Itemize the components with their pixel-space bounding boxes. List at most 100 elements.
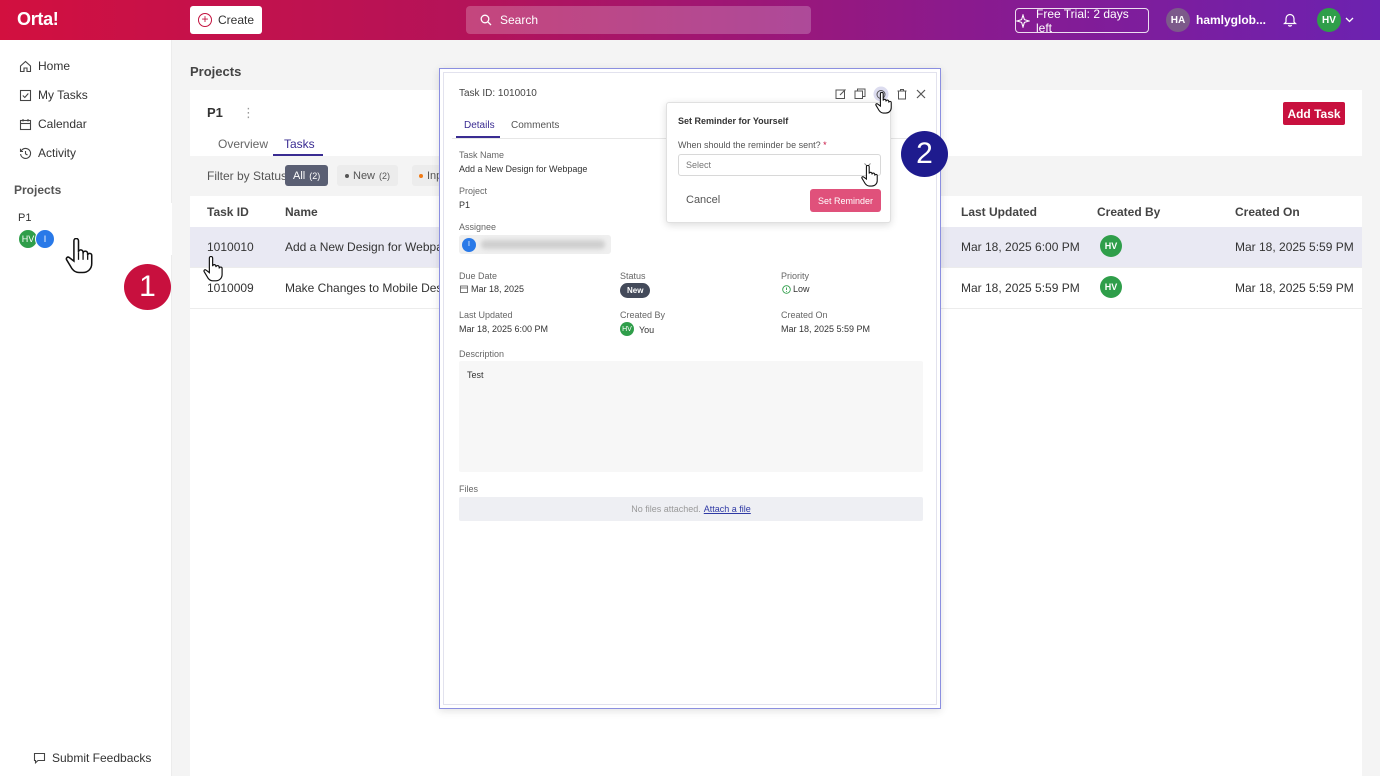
- task-id-cell: 1010010: [207, 240, 254, 254]
- priority-label: Priority: [781, 271, 810, 281]
- profile-menu[interactable]: HV: [1317, 8, 1354, 32]
- add-task-button[interactable]: Add Task: [1283, 102, 1345, 125]
- avatar: I: [35, 229, 55, 249]
- sidebar-item-my-tasks[interactable]: My Tasks: [19, 88, 88, 102]
- more-options-icon[interactable]: ⋮: [242, 105, 255, 121]
- no-files-text: No files attached.: [631, 504, 701, 514]
- step-marker-2: 2: [901, 131, 948, 177]
- created-on-cell: Mar 18, 2025 5:59 PM: [1235, 281, 1354, 295]
- column-header-task-id[interactable]: Task ID: [207, 205, 249, 219]
- task-id-label: Task ID:: [459, 88, 496, 99]
- sidebar-item-label: Activity: [38, 146, 77, 160]
- search-input[interactable]: Search: [466, 6, 811, 34]
- reminder-question-label: When should the reminder be sent? *: [678, 140, 827, 150]
- status-dot-icon: [419, 173, 423, 178]
- last-updated-value: Mar 18, 2025 6:00 PM: [459, 324, 549, 334]
- avatar: HV: [620, 322, 634, 336]
- submit-feedback-button[interactable]: Submit Feedbacks: [33, 751, 151, 765]
- hand-cursor-icon: [65, 238, 93, 274]
- project-name: P1: [18, 212, 32, 224]
- filter-chip-new[interactable]: New (2): [337, 165, 399, 186]
- sidebar-item-activity[interactable]: Activity: [19, 146, 76, 160]
- files-label: Files: [459, 484, 479, 494]
- sidebar-item-label: Calendar: [38, 117, 87, 131]
- set-reminder-button[interactable]: Set Reminder: [810, 189, 881, 212]
- avatar: HV: [1100, 276, 1122, 298]
- tab-details[interactable]: Details: [464, 120, 495, 131]
- hand-cursor-icon: [861, 165, 878, 187]
- checkbox-icon: [19, 89, 32, 101]
- workspace-user-chip[interactable]: HA hamlyglob...: [1166, 8, 1266, 32]
- popover-title: Set Reminder for Yourself: [678, 116, 789, 126]
- user-name: hamlyglob...: [1196, 13, 1267, 27]
- select-placeholder: Select: [686, 160, 712, 170]
- status-label: Status: [620, 271, 646, 281]
- task-id-header: Task ID: 1010010: [459, 88, 537, 99]
- history-icon: [19, 147, 32, 159]
- tab-tasks[interactable]: Tasks: [284, 137, 315, 151]
- active-tab-indicator: [273, 154, 323, 156]
- chip-label: New: [353, 169, 376, 182]
- created-on-cell: Mar 18, 2025 5:59 PM: [1235, 240, 1354, 254]
- duplicate-icon[interactable]: [854, 88, 866, 100]
- create-button[interactable]: + Create: [190, 6, 262, 34]
- required-mark: *: [823, 140, 827, 150]
- assignee-field[interactable]: I: [459, 235, 611, 254]
- status-dot-icon: [345, 173, 349, 178]
- top-bar: Orta! + Create Search Free Trial: 2 days…: [0, 0, 1380, 40]
- edit-icon[interactable]: [835, 88, 847, 100]
- task-name-cell: Add a New Design for Webpage: [285, 240, 457, 254]
- hand-cursor-icon: [875, 92, 892, 114]
- project-value: P1: [459, 200, 471, 210]
- cancel-button[interactable]: Cancel: [686, 194, 720, 206]
- avatar: HV: [1100, 235, 1122, 257]
- app-logo[interactable]: Orta!: [17, 9, 59, 30]
- feedback-label: Submit Feedbacks: [52, 751, 152, 765]
- sidebar-item-calendar[interactable]: Calendar: [19, 117, 87, 131]
- trial-label: Free Trial: 2 days left: [1036, 6, 1129, 35]
- free-trial-button[interactable]: Free Trial: 2 days left: [1015, 6, 1149, 35]
- task-id-cell: 1010009: [207, 281, 254, 295]
- trash-icon[interactable]: [896, 88, 908, 100]
- created-by-value: You: [639, 325, 655, 335]
- feedback-icon: [33, 752, 46, 764]
- reminder-time-select[interactable]: Select: [678, 154, 881, 176]
- filter-chip-in-progress[interactable]: Inp: [412, 165, 442, 186]
- files-dropzone: No files attached. Attach a file: [459, 497, 923, 521]
- bell-icon[interactable]: [1283, 12, 1297, 27]
- set-reminder-popover: Set Reminder for Yourself When should th…: [666, 102, 891, 223]
- sidebar-item-home[interactable]: Home: [19, 59, 70, 73]
- task-name-value: Add a New Design for Webpage: [459, 164, 588, 174]
- task-name-label: Task Name: [459, 150, 505, 160]
- tab-overview[interactable]: Overview: [218, 137, 268, 151]
- column-header-created-by[interactable]: Created By: [1097, 205, 1160, 219]
- created-by-label: Created By: [620, 310, 666, 320]
- create-label: Create: [217, 13, 255, 27]
- close-icon[interactable]: [915, 88, 927, 100]
- description-text: Test: [467, 370, 484, 380]
- status-badge[interactable]: New: [620, 283, 651, 298]
- assignee-label: Assignee: [459, 222, 497, 232]
- column-header-last-updated[interactable]: Last Updated: [961, 205, 1037, 219]
- description-field[interactable]: Test: [459, 361, 923, 472]
- due-date-label: Due Date: [459, 271, 498, 281]
- plus-circle-icon: +: [197, 13, 212, 27]
- chip-label: All: [293, 169, 306, 182]
- search-placeholder: Search: [500, 13, 539, 27]
- avatar: HV: [1317, 8, 1341, 32]
- project-label: Project: [459, 186, 488, 196]
- home-icon: [19, 60, 32, 72]
- column-header-name[interactable]: Name: [285, 205, 318, 219]
- tab-comments[interactable]: Comments: [511, 120, 559, 131]
- attach-file-link[interactable]: Attach a file: [704, 504, 751, 514]
- priority-value[interactable]: Low: [793, 284, 810, 294]
- user-avatar: HA: [1166, 8, 1190, 32]
- filter-chip-all[interactable]: All (2): [285, 165, 329, 186]
- created-on-value: Mar 18, 2025 5:59 PM: [781, 324, 871, 334]
- due-date-value[interactable]: Mar 18, 2025: [471, 284, 524, 294]
- chevron-down-icon: [1345, 17, 1354, 23]
- column-header-created-on[interactable]: Created On: [1235, 205, 1300, 219]
- chip-count: (2): [309, 170, 321, 181]
- task-id-value: 1010010: [497, 88, 537, 99]
- project-title: P1: [207, 105, 223, 120]
